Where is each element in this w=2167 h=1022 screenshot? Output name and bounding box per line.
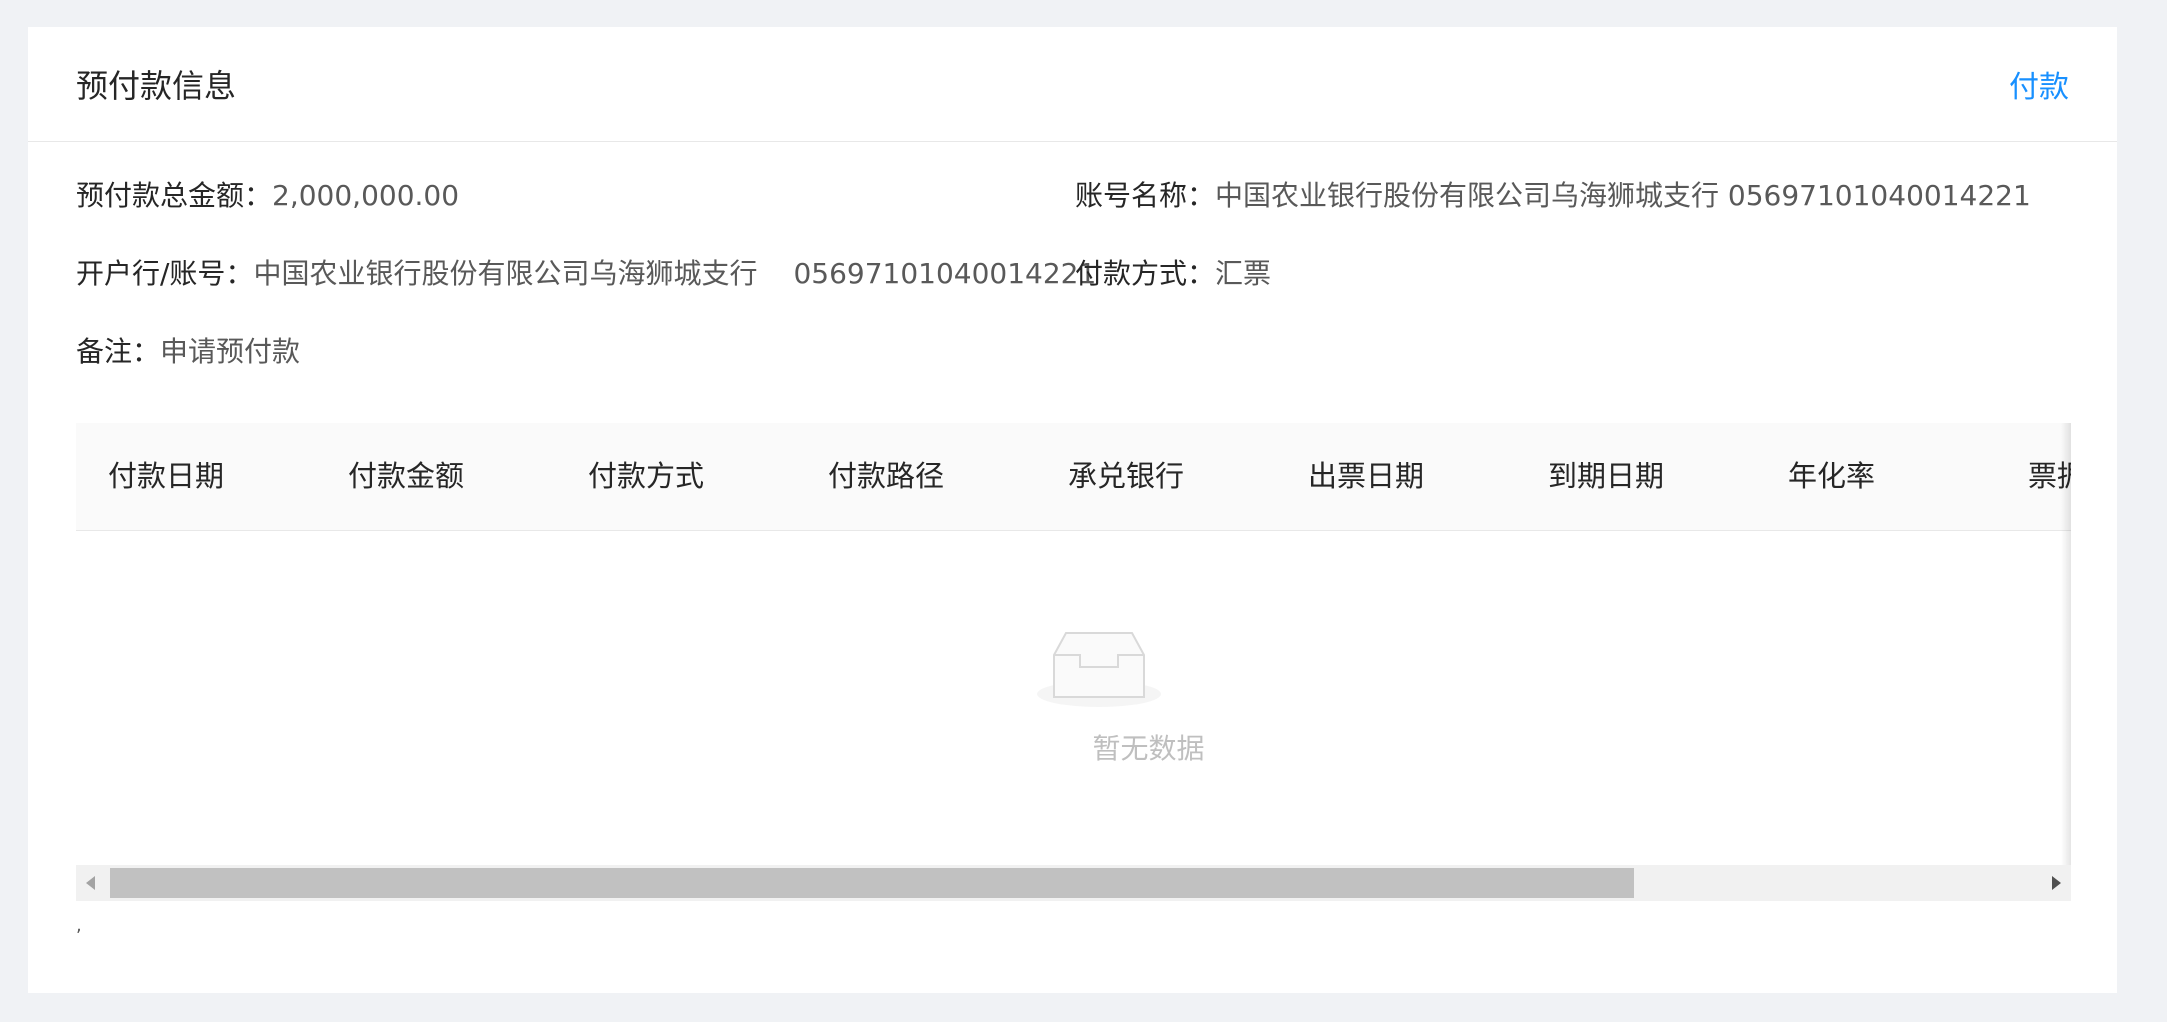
prepayment-info-card: 预付款信息 付款 预付款总金额：2,000,000.00 账号名称：中国农业银行… [28,27,2117,993]
total-amount-item: 预付款总金额：2,000,000.00 [76,176,459,216]
bank-account-label: 开户行/账号： [76,257,254,290]
column-header-accepting-bank: 承兑银行 [1068,459,1185,493]
account-name-label: 账号名称： [1075,179,1216,212]
card-header: 预付款信息 付款 [28,27,2117,142]
payment-records-table: 付款日期 付款金额 付款方式 付款路径 承兑银行 出票日期 到期日期 年化率 票… [76,423,2071,901]
payment-method-item: 付款方式：汇票 [1075,254,1271,294]
horizontal-scrollbar[interactable] [76,865,2071,901]
column-header-annual-rate: 年化率 [1788,459,1876,493]
bank-name-value: 中国农业银行股份有限公司乌海狮城支行 [253,257,758,290]
empty-inbox-icon [1037,632,1161,707]
pay-link[interactable]: 付款 [2009,62,2069,106]
triangle-left-icon[interactable] [86,876,95,890]
empty-state: 暂无数据 [76,531,2071,865]
bank-account-item: 开户行/账号：中国农业银行股份有限公司乌海狮城支行 056971010400142… [76,254,1096,294]
account-name-item: 账号名称：中国农业银行股份有限公司乌海狮城支行 0569710104001422… [1075,176,2031,216]
triangle-right-icon[interactable] [2052,876,2061,890]
empty-text: 暂无数据 [1092,732,1205,765]
remark-label: 备注： [76,335,161,368]
column-header-due-date: 到期日期 [1548,459,1665,493]
column-header-payment-method: 付款方式 [588,459,705,493]
prepayment-details: 预付款总金额：2,000,000.00 账号名称：中国农业银行股份有限公司乌海狮… [28,142,2117,422]
stray-comma: , [76,915,82,936]
account-number-value: 05697101040014221 [793,257,1097,290]
column-header-issue-date: 出票日期 [1308,459,1425,493]
account-name-value: 中国农业银行股份有限公司乌海狮城支行 05697101040014221 [1215,179,2031,212]
column-header-payment-date: 付款日期 [108,459,225,493]
table-header: 付款日期 付款金额 付款方式 付款路径 承兑银行 出票日期 到期日期 年化率 票… [76,423,2071,531]
payment-method-label: 付款方式： [1075,257,1216,290]
fixed-column-shadow [2061,423,2071,865]
remark-value: 申请预付款 [160,335,301,368]
column-header-payment-amount: 付款金额 [348,459,465,493]
scrollbar-thumb[interactable] [110,868,1634,898]
card-title: 预付款信息 [76,67,237,105]
total-amount-value: 2,000,000.00 [272,179,460,212]
column-header-payment-path: 付款路径 [828,459,945,493]
payment-method-value: 汇票 [1215,257,1272,290]
total-amount-label: 预付款总金额： [76,179,273,212]
remark-item: 备注：申请预付款 [76,332,300,372]
